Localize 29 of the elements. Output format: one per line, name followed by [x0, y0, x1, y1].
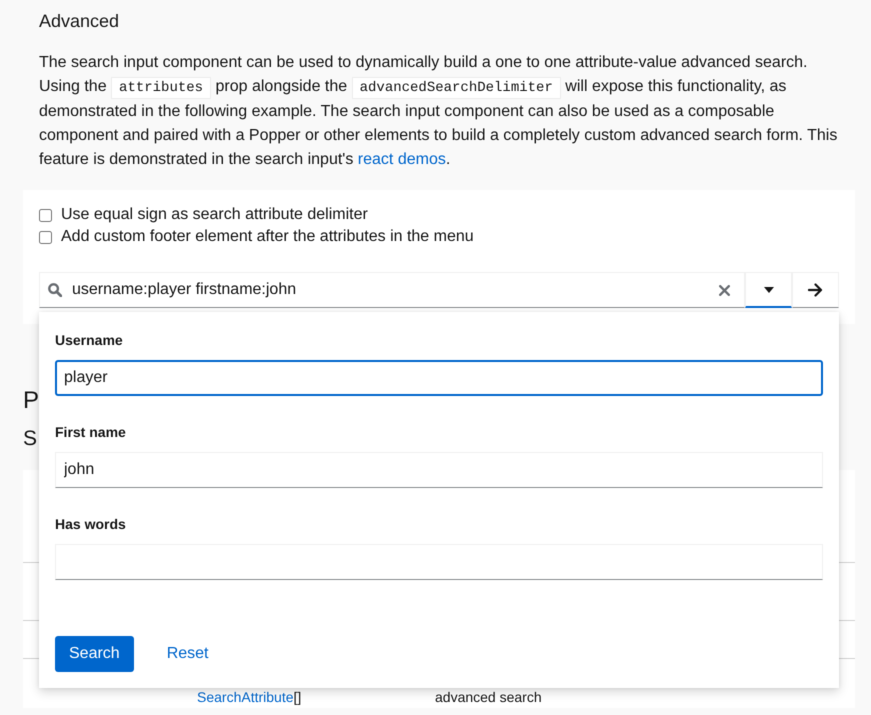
search-button[interactable]: Search	[55, 636, 134, 672]
checkbox[interactable]	[39, 208, 52, 222]
type-link[interactable]: SearchAttribute	[197, 689, 294, 705]
search-icon	[48, 283, 62, 297]
field-label: Username	[55, 331, 123, 350]
section-title: P	[23, 386, 40, 416]
caret-down-icon	[764, 286, 774, 292]
inline-code: advancedSearchDelimiter	[352, 77, 561, 99]
field-label: First name	[55, 423, 126, 442]
docs-link[interactable]: react demos	[358, 151, 446, 168]
checkbox-label[interactable]: Add custom footer element after the attributes in the menu	[61, 228, 474, 246]
close-icon	[718, 284, 730, 296]
submit-search-button[interactable]	[792, 272, 839, 308]
section-subtitle: S	[23, 426, 38, 452]
search-bar[interactable]: username:player firstname:john	[39, 272, 745, 308]
text-field[interactable]	[55, 544, 823, 580]
inline-code: attributes	[111, 77, 212, 99]
arrow-right-icon	[808, 283, 823, 297]
field-label: Has words	[55, 515, 126, 534]
checkbox-label[interactable]: Use equal sign as search attribute delimiter	[61, 206, 368, 224]
advanced-search-toggle[interactable]	[745, 272, 792, 308]
table-cell-text: SearchAttribute[]	[197, 688, 302, 707]
text-field[interactable]: player	[55, 360, 823, 396]
checkbox[interactable]	[39, 230, 52, 244]
section-title: Advanced	[39, 10, 120, 33]
table-cell-text: advanced search	[435, 688, 542, 707]
description-text: The search input component can be used to dynamically build a one to one attribute-value advanced search. Using the attributes prop alongside the advancedSearchDelimiter will expose this functionality, as demonstrated in the following example. The search input component can also be used as a composable component and paired with a Popper or other elements to build a completely custom advanced search form. This feature is demonstrated in the search input's react demos.	[39, 53, 838, 170]
search-input[interactable]: username:player firstname:john	[72, 273, 694, 307]
reset-link-button[interactable]: Reset	[166, 645, 208, 663]
